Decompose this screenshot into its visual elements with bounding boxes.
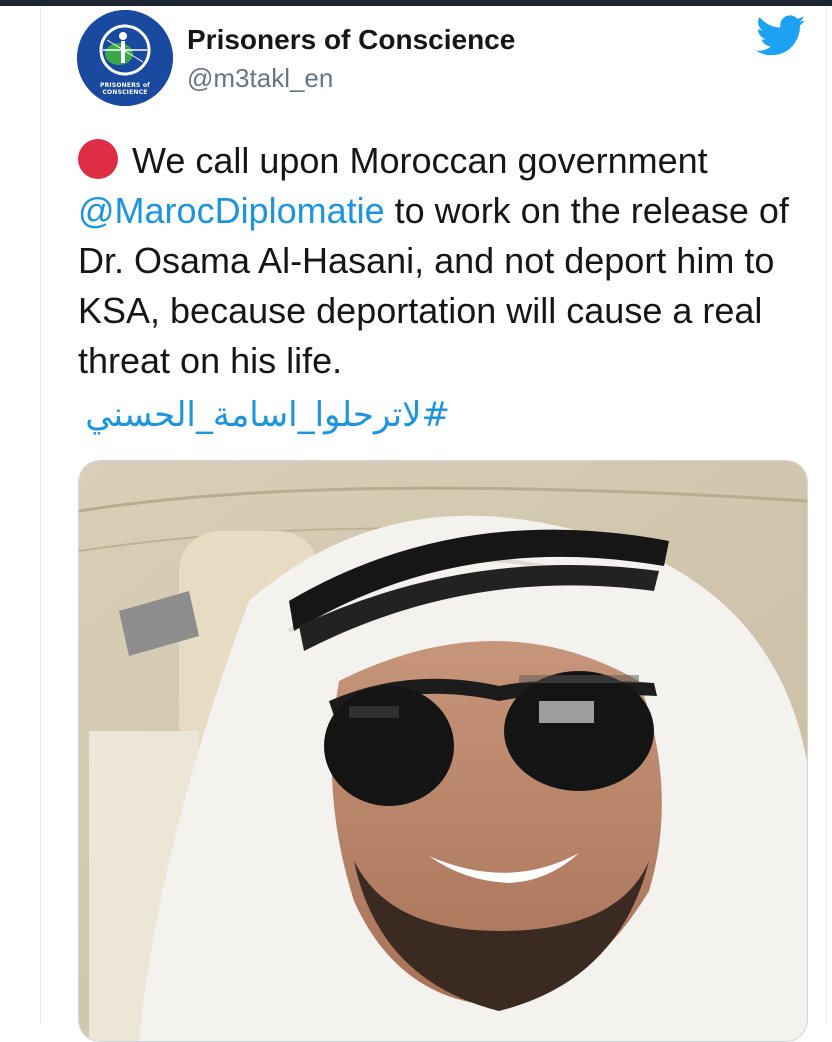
- avatar-caption: PRISONERS of CONSCIENCE: [100, 82, 150, 96]
- timeline-right-border: [826, 6, 827, 1024]
- user-handle[interactable]: @m3takl_en: [187, 63, 333, 94]
- hashtag-link[interactable]: #لاترحلوا_اسامة_الحسني: [78, 392, 450, 438]
- profile-avatar[interactable]: PRISONERS of CONSCIENCE: [77, 10, 173, 106]
- photo-image: [79, 461, 807, 1041]
- twitter-bird-icon[interactable]: [756, 15, 806, 57]
- red-circle-emoji-icon: [78, 139, 118, 179]
- mention-link[interactable]: @MarocDiplomatie: [78, 190, 385, 231]
- tweet-text-part1: We call upon Moroccan government: [132, 140, 708, 181]
- top-status-bar: [0, 0, 832, 6]
- timeline-left-border: [40, 6, 41, 1024]
- tweet-body: We call upon Moroccan government @MarocD…: [78, 136, 818, 386]
- tweet-media-photo[interactable]: [78, 460, 808, 1042]
- user-display-name[interactable]: Prisoners of Conscience: [187, 24, 515, 56]
